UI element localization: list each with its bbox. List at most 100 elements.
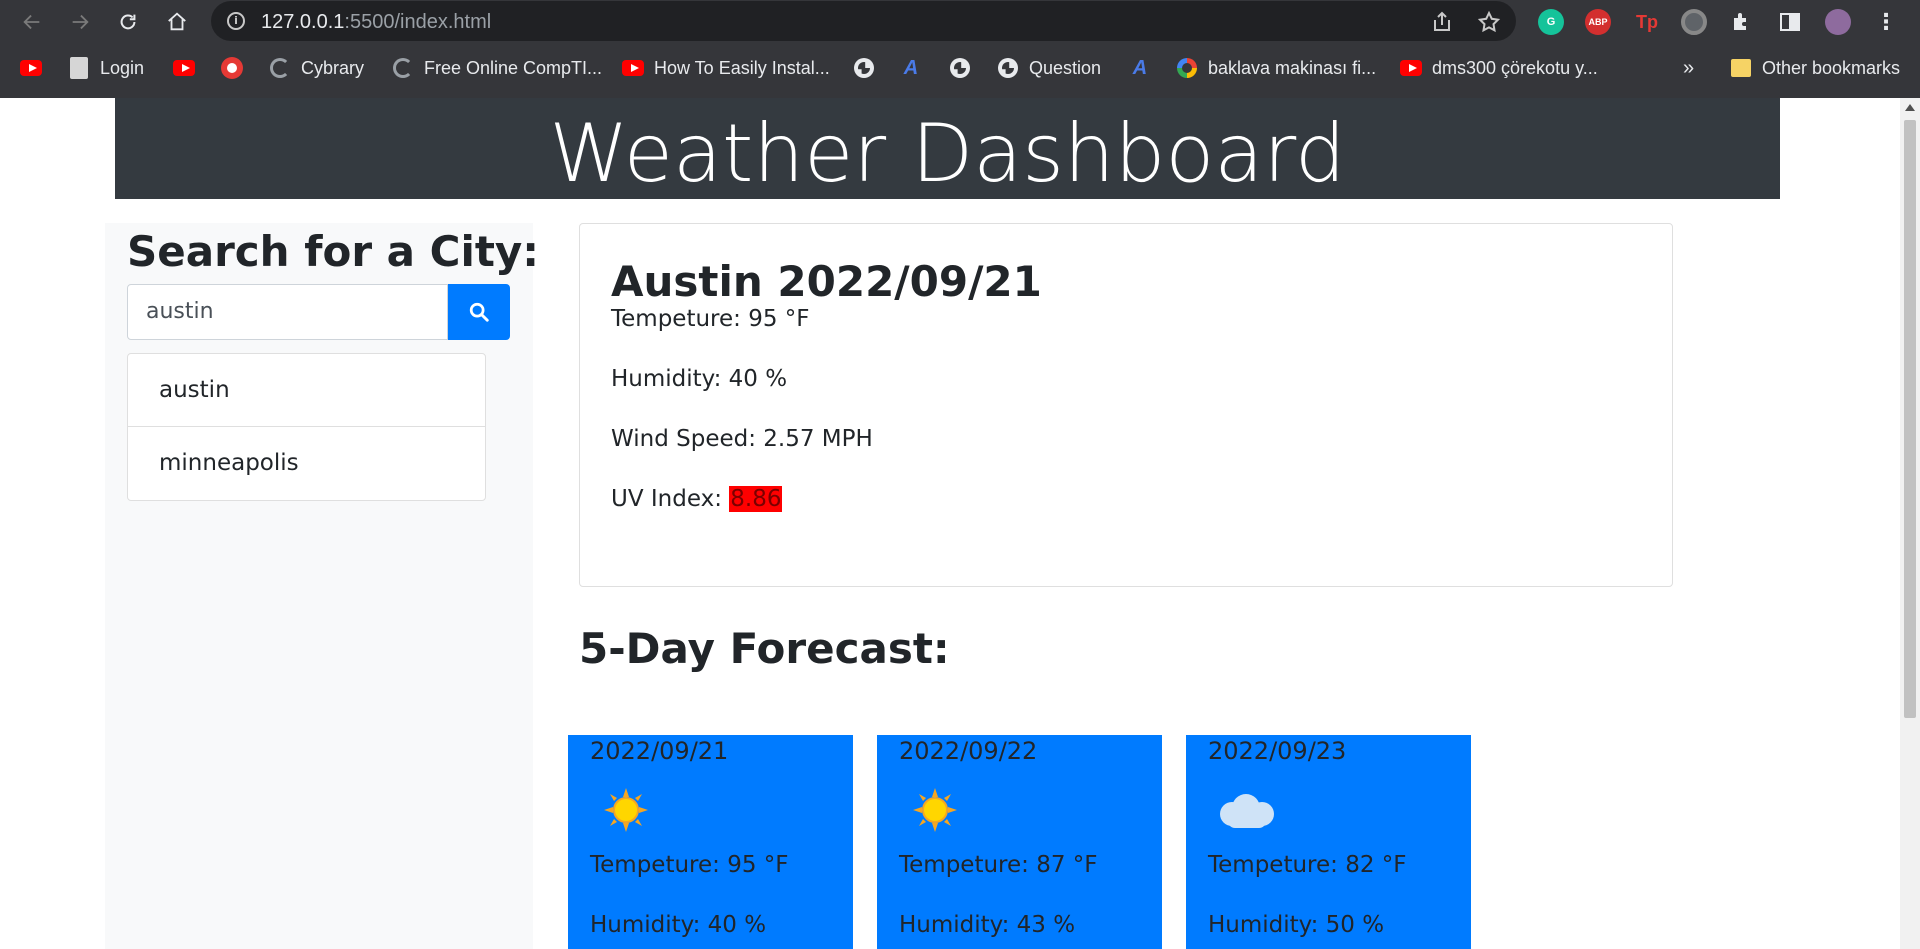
bookmark-label: Login — [100, 57, 145, 78]
sun-icon — [905, 780, 965, 840]
forecast-date: 2022/09/22 — [899, 737, 1038, 765]
current-weather-card: Austin 2022/09/21 Tempeture: 95 °F Humid… — [579, 223, 1673, 587]
globe-icon — [949, 57, 971, 79]
home-icon — [168, 12, 186, 31]
search-history-list: austin minneapolis — [127, 353, 486, 501]
bookmark-label: baklava makinası fi... — [1208, 57, 1377, 78]
document-icon — [68, 57, 90, 79]
url-path: :5500/index.html — [344, 11, 492, 33]
address-bar[interactable]: i 127.0.0.1:5500/index.html — [211, 1, 1516, 41]
page-scrollbar[interactable] — [1900, 98, 1920, 949]
youtube-icon — [622, 57, 644, 79]
uv-label: UV Index: — [611, 486, 730, 512]
bookmark-item[interactable] — [221, 49, 243, 87]
forecast-card: 2022/09/21 Tempeture: 95 °F Humidity: 40… — [568, 735, 853, 949]
bookmark-item[interactable]: Login — [68, 49, 144, 87]
search-button[interactable] — [448, 284, 510, 340]
history-item-minneapolis[interactable]: minneapolis — [128, 427, 485, 500]
bookmark-item[interactable] — [853, 49, 875, 87]
arc-icon — [392, 57, 414, 79]
forward-arrow-icon — [72, 14, 89, 30]
current-wind-speed: Wind Speed: 2.57 MPH — [611, 426, 873, 452]
search-heading: Search for a City: — [127, 227, 540, 276]
side-panel-icon[interactable] — [1777, 9, 1803, 35]
bookmark-item[interactable]: baklava makinası fi... — [1176, 49, 1376, 87]
google-icon — [1176, 57, 1198, 79]
bookmark-item[interactable] — [949, 49, 971, 87]
scroll-up-arrow-icon[interactable] — [1905, 104, 1915, 111]
bookmark-label: Free Online CompTI... — [424, 57, 603, 78]
page-viewport: Weather Dashboard Search for a City: aus… — [0, 98, 1900, 949]
back-button[interactable] — [17, 7, 47, 37]
bookmark-item[interactable]: Free Online CompTI... — [392, 49, 602, 87]
forecast-temperature: Tempeture: 87 °F — [899, 852, 1098, 878]
reload-icon — [120, 14, 136, 30]
city-search-input[interactable]: austin — [127, 284, 448, 340]
bookmark-label: dms300 çörekotu y... — [1432, 57, 1598, 78]
search-sidebar: Search for a City: austin austin minneap… — [105, 223, 539, 949]
url-text: 127.0.0.1:5500/index.html — [261, 11, 491, 34]
bookmark-label: How To Easily Instal... — [654, 57, 830, 78]
forecast-date: 2022/09/21 — [590, 737, 729, 765]
reload-button[interactable] — [113, 7, 143, 37]
other-bookmarks-folder[interactable]: Other bookmarks — [1730, 49, 1900, 87]
menu-kebab-icon[interactable]: ⋮ — [1873, 9, 1899, 35]
youtube-icon — [20, 57, 42, 79]
extensions-puzzle-icon[interactable] — [1729, 9, 1755, 35]
bookmark-item[interactable] — [20, 49, 42, 87]
adblock-extension-icon[interactable]: ABP — [1585, 9, 1611, 35]
bookmarks-overflow-button[interactable]: » — [1683, 49, 1694, 87]
bookmarks-bar: Login Cybrary Free Online CompTI... How … — [0, 49, 1920, 87]
forecast-humidity: Humidity: 43 % — [899, 912, 1076, 938]
current-uv-index: UV Index: 8.86 — [611, 486, 783, 512]
current-humidity: Humidity: 40 % — [611, 366, 788, 392]
bookmark-item[interactable]: dms300 çörekotu y... — [1400, 49, 1598, 87]
back-arrow-icon — [23, 14, 40, 30]
arc-icon — [269, 57, 291, 79]
bookmark-star-icon[interactable] — [1477, 10, 1501, 34]
youtube-icon — [1400, 57, 1422, 79]
profile-avatar[interactable] — [1825, 9, 1851, 35]
forward-button[interactable] — [65, 7, 95, 37]
url-host: 127.0.0.1 — [261, 11, 345, 33]
page-title: Weather Dashboard — [549, 107, 1346, 200]
bookmark-item[interactable]: Question — [997, 49, 1101, 87]
forecast-card: 2022/09/23 Tempeture: 82 °F Humidity: 50… — [1186, 735, 1471, 949]
forecast-date: 2022/09/23 — [1208, 737, 1347, 765]
circle-extension-icon[interactable] — [1681, 9, 1707, 35]
bookmark-item[interactable]: A — [1129, 49, 1151, 87]
bookmark-label: Question — [1029, 57, 1102, 78]
bookmark-label: Cybrary — [301, 57, 365, 78]
search-icon — [469, 302, 489, 322]
bookmark-item[interactable] — [173, 49, 195, 87]
cloud-icon — [1214, 780, 1274, 840]
forecast-card: 2022/09/22 Tempeture: 87 °F Humidity: 43… — [877, 735, 1162, 949]
scrollbar-thumb[interactable] — [1904, 120, 1916, 718]
globe-icon — [853, 57, 875, 79]
uv-value-badge: 8.86 — [729, 486, 783, 512]
bookmark-item[interactable]: How To Easily Instal... — [622, 49, 830, 87]
forecast-humidity: Humidity: 50 % — [1208, 912, 1385, 938]
bookmark-item[interactable]: A — [900, 49, 922, 87]
overflow-chevron-icon: » — [1683, 56, 1695, 79]
site-info-icon[interactable]: i — [227, 12, 245, 30]
sun-icon — [596, 780, 656, 840]
bookmark-item[interactable]: Cybrary — [269, 49, 364, 87]
a-logo-icon: A — [903, 56, 919, 79]
grammarly-extension-icon[interactable]: G — [1538, 9, 1564, 35]
history-item-austin[interactable]: austin — [128, 354, 485, 427]
home-button[interactable] — [162, 7, 192, 37]
folder-icon — [1730, 57, 1752, 79]
forecast-heading: 5-Day Forecast: — [579, 624, 950, 673]
red-circle-icon — [221, 57, 243, 79]
current-city-title: Austin 2022/09/21 — [611, 257, 1042, 306]
current-temperature: Tempeture: 95 °F — [611, 306, 810, 332]
share-icon[interactable] — [1430, 10, 1454, 34]
forecast-temperature: Tempeture: 95 °F — [590, 852, 789, 878]
a-logo-icon: A — [1132, 56, 1148, 79]
forecast-temperature: Tempeture: 82 °F — [1208, 852, 1407, 878]
browser-toolbar: i 127.0.0.1:5500/index.html G ABP Tp ⋮ — [0, 0, 1920, 43]
tp-extension-icon[interactable]: Tp — [1634, 9, 1660, 35]
other-bookmarks-label: Other bookmarks — [1762, 57, 1901, 78]
forecast-humidity: Humidity: 40 % — [590, 912, 767, 938]
